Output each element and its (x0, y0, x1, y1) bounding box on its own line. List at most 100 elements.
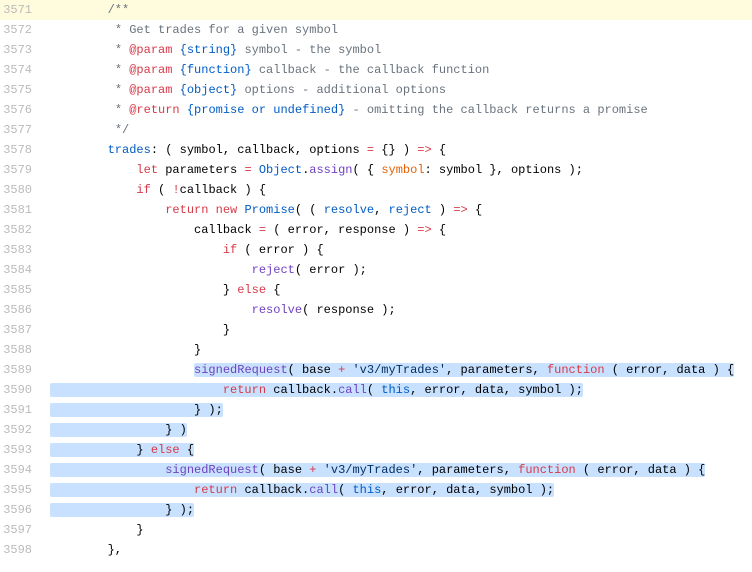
code-content[interactable]: * @param {object} options - additional o… (40, 80, 752, 100)
line-number[interactable]: 3584 (0, 260, 40, 280)
code-line[interactable]: 3574 * @param {function} callback - the … (0, 60, 752, 80)
code-line[interactable]: 3581 return new Promise( ( resolve, reje… (0, 200, 752, 220)
code-content[interactable]: * @param {function} callback - the callb… (40, 60, 752, 80)
code-line[interactable]: 3598 }, (0, 540, 752, 560)
line-number[interactable]: 3577 (0, 120, 40, 140)
code-line[interactable]: 3577 */ (0, 120, 752, 140)
line-number[interactable]: 3578 (0, 140, 40, 160)
token (316, 463, 323, 477)
code-line[interactable]: 3583 if ( error ) { (0, 240, 752, 260)
token: reject (389, 203, 432, 217)
selection: signedRequest( base + 'v3/myTrades', par… (50, 463, 705, 477)
code-line[interactable]: 3571 /** (0, 0, 752, 20)
line-number[interactable]: 3571 (0, 0, 40, 20)
code-content[interactable]: }, (40, 540, 752, 560)
code-content[interactable]: } ); (40, 500, 752, 520)
line-number[interactable]: 3589 (0, 360, 40, 380)
line-number[interactable]: 3594 (0, 460, 40, 480)
code-line[interactable]: 3592 } ) (0, 420, 752, 440)
line-number[interactable]: 3575 (0, 80, 40, 100)
code-content[interactable]: if ( error ) { (40, 240, 752, 260)
line-number[interactable]: 3593 (0, 440, 40, 460)
line-number[interactable]: 3591 (0, 400, 40, 420)
code-line[interactable]: 3597 } (0, 520, 752, 540)
code-line[interactable]: 3579 let parameters = Object.assign( { s… (0, 160, 752, 180)
line-number[interactable]: 3597 (0, 520, 40, 540)
code-line[interactable]: 3594 signedRequest( base + 'v3/myTrades'… (0, 460, 752, 480)
code-content[interactable]: signedRequest( base + 'v3/myTrades', par… (40, 460, 752, 480)
token: } ); (50, 403, 223, 417)
token: callback - the callback function (252, 63, 490, 77)
code-line[interactable]: 3590 return callback.call( this, error, … (0, 380, 752, 400)
line-number[interactable]: 3595 (0, 480, 40, 500)
line-number[interactable]: 3580 (0, 180, 40, 200)
code-content[interactable]: } ); (40, 400, 752, 420)
code-line[interactable]: 3584 reject( error ); (0, 260, 752, 280)
code-line[interactable]: 3572 * Get trades for a given symbol (0, 20, 752, 40)
line-number[interactable]: 3583 (0, 240, 40, 260)
line-number[interactable]: 3582 (0, 220, 40, 240)
code-content[interactable]: * @param {string} symbol - the symbol (40, 40, 752, 60)
code-line[interactable]: 3586 resolve( response ); (0, 300, 752, 320)
line-number[interactable]: 3576 (0, 100, 40, 120)
token: , parameters, (417, 463, 518, 477)
code-content[interactable]: /** (40, 0, 752, 20)
code-content[interactable]: return callback.call( this, error, data,… (40, 480, 752, 500)
line-number[interactable]: 3586 (0, 300, 40, 320)
line-number[interactable]: 3590 (0, 380, 40, 400)
line-number[interactable]: 3579 (0, 160, 40, 180)
code-line[interactable]: 3593 } else { (0, 440, 752, 460)
line-number[interactable]: 3574 (0, 60, 40, 80)
token: resolve (324, 203, 374, 217)
code-line[interactable]: 3578 trades: ( symbol, callback, options… (0, 140, 752, 160)
token: : symbol }, options ); (425, 163, 583, 177)
code-line[interactable]: 3596 } ); (0, 500, 752, 520)
token: } (194, 343, 201, 357)
code-content[interactable]: * @return {promise or undefined} - omitt… (40, 100, 752, 120)
code-line[interactable]: 3573 * @param {string} symbol - the symb… (0, 40, 752, 60)
code-content[interactable]: } (40, 340, 752, 360)
code-line[interactable]: 3595 return callback.call( this, error, … (0, 480, 752, 500)
code-editor[interactable]: 3571 /**3572 * Get trades for a given sy… (0, 0, 752, 560)
line-number[interactable]: 3592 (0, 420, 40, 440)
line-number[interactable]: 3581 (0, 200, 40, 220)
token: ( error ) { (237, 243, 323, 257)
token: ( (338, 483, 352, 497)
code-content[interactable]: trades: ( symbol, callback, options = {}… (40, 140, 752, 160)
code-content[interactable]: return new Promise( ( resolve, reject ) … (40, 200, 752, 220)
code-content[interactable]: if ( !callback ) { (40, 180, 752, 200)
code-line[interactable]: 3576 * @return {promise or undefined} - … (0, 100, 752, 120)
token: * (115, 83, 129, 97)
line-number[interactable]: 3596 (0, 500, 40, 520)
code-line[interactable]: 3588 } (0, 340, 752, 360)
line-number[interactable]: 3598 (0, 540, 40, 560)
code-content[interactable]: callback = ( error, response ) => { (40, 220, 752, 240)
code-line[interactable]: 3580 if ( !callback ) { (0, 180, 752, 200)
token (172, 63, 179, 77)
code-content[interactable]: resolve( response ); (40, 300, 752, 320)
line-number[interactable]: 3573 (0, 40, 40, 60)
code-line[interactable]: 3587 } (0, 320, 752, 340)
code-line[interactable]: 3589 signedRequest( base + 'v3/myTrades'… (0, 360, 752, 380)
token: call (338, 383, 367, 397)
line-number[interactable]: 3588 (0, 340, 40, 360)
token: callback ) { (180, 183, 266, 197)
code-content[interactable]: } (40, 520, 752, 540)
line-number[interactable]: 3585 (0, 280, 40, 300)
code-line[interactable]: 3585 } else { (0, 280, 752, 300)
code-line[interactable]: 3582 callback = ( error, response ) => { (0, 220, 752, 240)
line-number[interactable]: 3572 (0, 20, 40, 40)
line-number[interactable]: 3587 (0, 320, 40, 340)
code-content[interactable]: } else { (40, 280, 752, 300)
code-line[interactable]: 3591 } ); (0, 400, 752, 420)
code-content[interactable]: } ) (40, 420, 752, 440)
code-content[interactable]: */ (40, 120, 752, 140)
code-line[interactable]: 3575 * @param {object} options - additio… (0, 80, 752, 100)
code-content[interactable]: return callback.call( this, error, data,… (40, 380, 752, 400)
code-content[interactable]: signedRequest( base + 'v3/myTrades', par… (40, 360, 752, 380)
code-content[interactable]: } (40, 320, 752, 340)
code-content[interactable]: * Get trades for a given symbol (40, 20, 752, 40)
code-content[interactable]: } else { (40, 440, 752, 460)
code-content[interactable]: let parameters = Object.assign( { symbol… (40, 160, 752, 180)
code-content[interactable]: reject( error ); (40, 260, 752, 280)
